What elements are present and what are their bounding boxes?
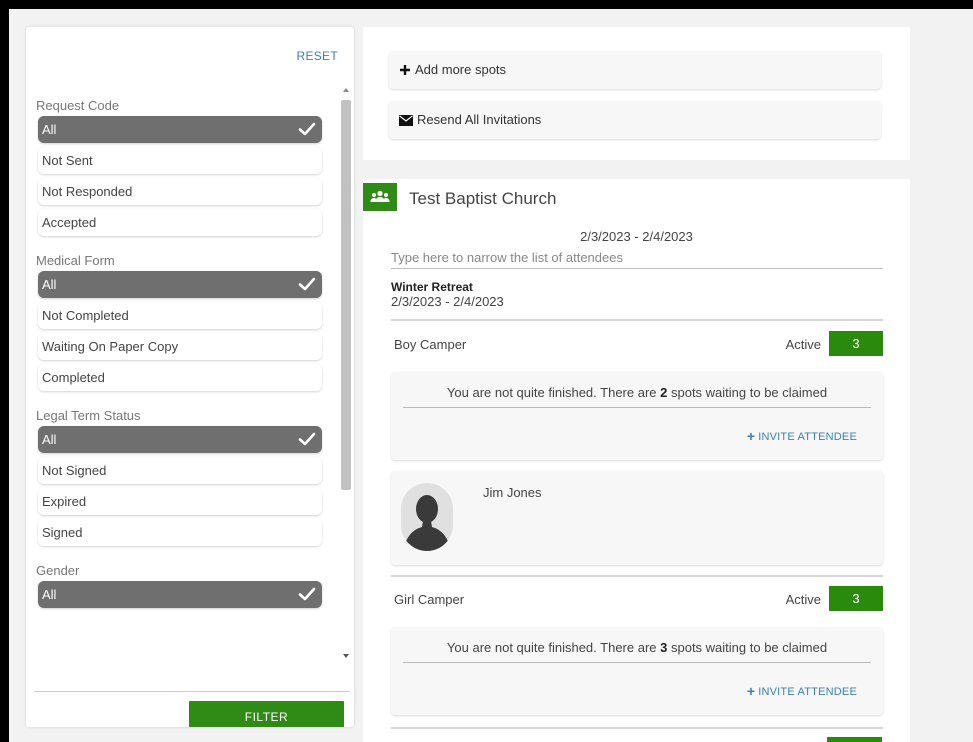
filter-option-label: All: [42, 122, 57, 137]
avatar: [401, 483, 453, 551]
event-name: Winter Retreat: [391, 280, 473, 294]
add-more-spots-label: Add more spots: [415, 62, 507, 77]
filter-option[interactable]: Waiting On Paper Copy: [38, 333, 322, 360]
filter-option-label: All: [42, 277, 57, 292]
filter-option-label: Waiting On Paper Copy: [42, 339, 179, 354]
group-card: Test Baptist Church 2/3/2023 - 2/4/2023 …: [363, 179, 910, 742]
group-name: Test Baptist Church: [409, 189, 557, 208]
spots-notice-text: You are not quite finished. There are 2 …: [391, 385, 883, 400]
spots-notice-card: You are not quite finished. There are 3 …: [391, 627, 883, 715]
divider: [403, 407, 871, 408]
invite-attendee-label: INVITE ATTENDEE: [758, 686, 857, 698]
filter-option[interactable]: All: [38, 116, 322, 143]
notice-prefix: You are not quite finished. There are: [446, 385, 661, 400]
filter-option-label: Completed: [42, 370, 105, 385]
filter-panel: RESET Request Code All Not Sent Not Resp…: [26, 27, 354, 727]
notice-suffix: spots waiting to be claimed: [667, 385, 828, 400]
attendee-name: Jim Jones: [483, 485, 542, 500]
divider: [391, 319, 883, 321]
filter-option-label: Not Completed: [42, 308, 129, 323]
filter-option-label: Not Sent: [42, 153, 93, 168]
filter-option-label: Expired: [42, 494, 87, 509]
check-icon: [298, 432, 316, 446]
filter-option-label: Accepted: [42, 215, 97, 230]
filter-option[interactable]: All: [38, 271, 322, 298]
filter-group-medical-form: Medical Form All Not Completed Waiting O…: [26, 251, 338, 391]
check-icon: [298, 277, 316, 291]
filter-option[interactable]: All: [38, 426, 322, 453]
filter-list: Request Code All Not Sent Not Responded …: [26, 82, 338, 664]
scroll-thumb[interactable]: [341, 100, 351, 490]
filter-option-label: All: [42, 432, 57, 447]
invite-attendee-button[interactable]: + INVITE ATTENDEE: [747, 683, 857, 699]
event-dates: 2/3/2023 - 2/4/2023: [391, 294, 504, 309]
divider: [34, 691, 350, 692]
users-icon: [370, 190, 390, 202]
category-row-girl-camper: Girl Camper Active 3: [391, 586, 883, 612]
filter-option-label: Not Responded: [42, 184, 133, 199]
invite-attendee-label: INVITE ATTENDEE: [758, 431, 857, 443]
filter-option[interactable]: Not Signed: [38, 457, 322, 484]
add-more-spots-button[interactable]: Add more spots: [389, 51, 881, 89]
plus-icon: [400, 65, 410, 75]
actions-card: Add more spots Resend All Invitations: [363, 27, 910, 160]
filter-option-label: All: [42, 587, 57, 602]
filter-option[interactable]: All: [38, 581, 322, 608]
notice-prefix: You are not quite finished. There are: [446, 640, 661, 655]
invite-attendee-button[interactable]: + INVITE ATTENDEE: [747, 428, 857, 444]
category-count-badge: 3: [829, 586, 883, 611]
scroll-down-icon[interactable]: [343, 654, 349, 658]
check-icon: [298, 122, 316, 136]
filter-option[interactable]: Signed: [38, 519, 322, 546]
filter-group-title: Gender: [36, 563, 80, 578]
filter-option[interactable]: Not Completed: [38, 302, 322, 329]
category-count-badge: 3: [829, 331, 883, 356]
spots-notice-card: You are not quite finished. There are 2 …: [391, 372, 883, 460]
category-name: Girl Camper: [394, 592, 465, 607]
envelope-icon: [399, 115, 413, 126]
resend-invitations-label: Resend All Invitations: [417, 112, 542, 127]
app-frame: RESET Request Code All Not Sent Not Resp…: [9, 9, 973, 742]
category-count-badge-partial: [827, 737, 882, 742]
divider: [403, 662, 871, 663]
category-row-boy-camper: Boy Camper Active 3: [391, 331, 883, 357]
filter-group-title: Request Code: [36, 98, 120, 113]
divider: [391, 727, 883, 729]
filter-scrollbar[interactable]: [338, 82, 354, 664]
notice-suffix: spots waiting to be claimed: [667, 640, 828, 655]
filter-option[interactable]: Not Sent: [38, 147, 322, 174]
filter-group-legal-term-status: Legal Term Status All Not Signed Expired…: [26, 406, 338, 546]
filter-group-title: Medical Form: [36, 253, 115, 268]
scroll-up-icon[interactable]: [343, 88, 349, 92]
group-date-range: 2/3/2023 - 2/4/2023: [580, 229, 693, 244]
attendee-card[interactable]: Jim Jones: [391, 471, 883, 565]
resend-invitations-button[interactable]: Resend All Invitations: [389, 101, 881, 139]
filter-option[interactable]: Accepted: [38, 209, 322, 236]
attendee-search-input[interactable]: [391, 247, 883, 269]
category-status: Active: [785, 592, 821, 607]
filter-option-label: Not Signed: [42, 463, 107, 478]
filter-group-title: Legal Term Status: [36, 408, 141, 423]
spots-notice-text: You are not quite finished. There are 3 …: [391, 640, 883, 655]
group-icon: [363, 183, 397, 211]
reset-button[interactable]: RESET: [296, 49, 338, 63]
check-icon: [298, 587, 316, 601]
filter-option[interactable]: Completed: [38, 364, 322, 391]
divider: [391, 575, 883, 577]
filter-option[interactable]: Expired: [38, 488, 322, 515]
person-silhouette-icon: [403, 495, 451, 551]
plus-icon: +: [746, 428, 756, 444]
filter-option[interactable]: Not Responded: [38, 178, 322, 205]
filter-button[interactable]: FILTER: [189, 701, 344, 727]
category-name: Boy Camper: [394, 337, 467, 352]
filter-group-gender: Gender All: [26, 561, 338, 608]
category-status: Active: [785, 337, 821, 352]
filter-group-request-code: Request Code All Not Sent Not Responded …: [26, 96, 338, 236]
filter-option-label: Signed: [42, 525, 83, 540]
plus-icon: +: [746, 683, 756, 699]
